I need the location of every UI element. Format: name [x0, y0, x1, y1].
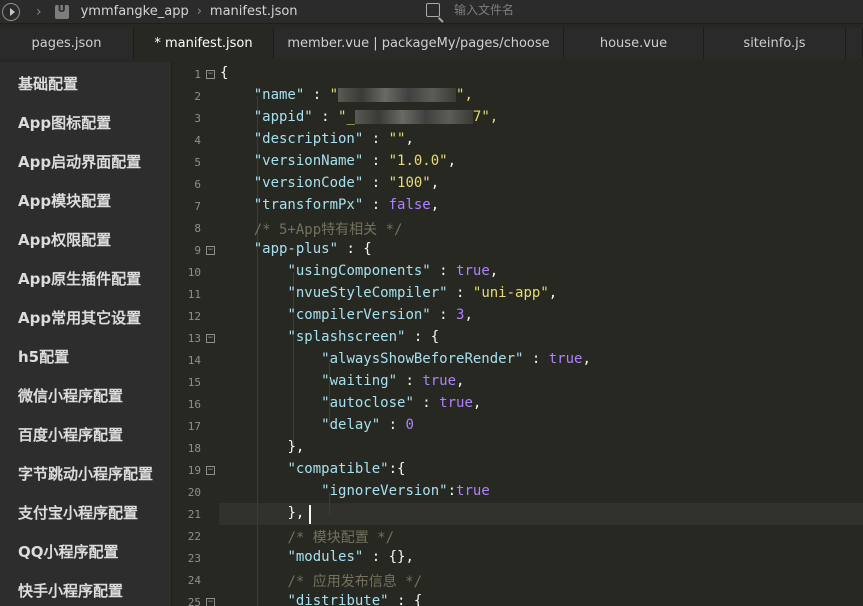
line-number: 4 — [194, 134, 201, 147]
line-number: 17 — [187, 420, 201, 433]
code-line: "alwaysShowBeforeRender" : true, — [321, 351, 591, 367]
line-number: 9 — [194, 244, 201, 257]
line-number: 5 — [194, 156, 201, 169]
code-line: "appid" : "_ 7", — [253, 109, 499, 125]
tab-siteinfo-js[interactable]: siteinfo.js — [704, 28, 846, 59]
sidebar-item-app-permissions[interactable]: App权限配置 — [18, 229, 111, 250]
sidebar-item-h5[interactable]: h5配置 — [18, 346, 69, 367]
line-number: 21 — [187, 508, 201, 521]
code-line: "distribute" : { — [287, 593, 423, 606]
code-line: "transformPx" : false, — [253, 197, 440, 213]
tab-member-vue[interactable]: member.vue | packageMy/pages/choose — [274, 28, 564, 59]
line-number: 13 — [187, 332, 201, 345]
fold-toggle-icon[interactable]: − — [206, 466, 215, 475]
code-line: "compatible":{ — [287, 461, 406, 477]
code-line: "modules" : {}, — [287, 549, 414, 565]
line-number: 7 — [194, 200, 201, 213]
code-line: }, — [287, 439, 305, 455]
sidebar-item-app-modules[interactable]: App模块配置 — [18, 190, 111, 211]
line-number: 19 — [187, 464, 201, 477]
line-number: 10 — [187, 266, 201, 279]
line-number: 1 — [194, 68, 201, 81]
sidebar-item-app-splash[interactable]: App启动界面配置 — [18, 151, 141, 172]
line-number: 20 — [187, 486, 201, 499]
line-number: 16 — [187, 398, 201, 411]
line-number: 24 — [187, 574, 201, 587]
line-number: 18 — [187, 442, 201, 455]
current-line-highlight — [219, 503, 863, 525]
search-icon[interactable] — [426, 3, 440, 17]
code-line: { — [220, 65, 229, 81]
tab-pages-json[interactable]: pages.json — [0, 28, 134, 59]
sidebar-item-toutiao[interactable]: 字节跳动小程序配置 — [18, 463, 153, 484]
line-number: 25 — [187, 596, 201, 606]
line-number: 6 — [194, 178, 201, 191]
line-number: 15 — [187, 376, 201, 389]
code-line: "name" : " ", — [253, 87, 473, 103]
code-editor[interactable]: 1 2 3 4 5 6 7 8 9 10 11 12 13 14 15 16 1… — [173, 62, 863, 606]
line-number: 12 — [187, 310, 201, 323]
text-cursor — [309, 505, 311, 524]
line-number: 3 — [194, 112, 201, 125]
code-line: /* 应用发布信息 */ — [287, 574, 423, 590]
sidebar-item-app-icon[interactable]: App图标配置 — [18, 112, 111, 133]
fold-toggle-icon[interactable]: − — [206, 598, 215, 606]
tab-bar: pages.json * manifest.json member.vue | … — [0, 28, 863, 59]
file-search — [426, 3, 614, 17]
manifest-config-sidebar: 基础配置 App图标配置 App启动界面配置 App模块配置 App权限配置 A… — [0, 62, 172, 606]
chevron-right-icon[interactable]: › — [36, 4, 42, 20]
code-line: "splashscreen" : { — [287, 329, 440, 345]
code-line: }, — [287, 505, 305, 521]
code-line: "nvueStyleCompiler" : "uni-app", — [287, 285, 558, 301]
code-line: "versionCode" : "100", — [253, 175, 440, 191]
breadcrumb-project[interactable]: ymmfangke_app — [81, 4, 189, 19]
file-search-input[interactable] — [454, 3, 614, 17]
redacted-value — [338, 88, 457, 102]
breadcrumb-separator: › — [196, 4, 202, 19]
code-line: "compilerVersion" : 3, — [287, 307, 473, 323]
code-line: "description" : "", — [253, 131, 414, 147]
code-line: "usingComponents" : true, — [287, 263, 499, 279]
line-number: 23 — [187, 552, 201, 565]
sidebar-item-weixin[interactable]: 微信小程序配置 — [18, 385, 123, 406]
code-line: "versionName" : "1.0.0", — [253, 153, 457, 169]
tab-house-vue[interactable]: house.vue — [564, 28, 704, 59]
code-line: "waiting" : true, — [321, 373, 465, 389]
fold-toggle-icon[interactable]: − — [206, 246, 215, 255]
line-number: 11 — [187, 288, 201, 301]
code-line: /* 5+App特有相关 */ — [253, 222, 403, 238]
code-line: /* 模块配置 */ — [287, 530, 395, 546]
sidebar-item-app-other[interactable]: App常用其它设置 — [18, 307, 141, 328]
line-number: 22 — [187, 530, 201, 543]
line-number: 2 — [194, 90, 201, 103]
fold-toggle-icon[interactable]: − — [206, 334, 215, 343]
sidebar-item-alipay[interactable]: 支付宝小程序配置 — [18, 502, 138, 523]
sidebar-item-baidu[interactable]: 百度小程序配置 — [18, 424, 123, 445]
breadcrumb-file[interactable]: manifest.json — [210, 4, 298, 19]
top-bar: › ymmfangke_app › manifest.json — [0, 0, 863, 24]
sidebar-item-kuaishou[interactable]: 快手小程序配置 — [18, 580, 123, 601]
line-number: 8 — [194, 222, 201, 235]
code-line: "app-plus" : { — [253, 241, 372, 257]
code-line: "ignoreVersion":true — [321, 483, 490, 499]
fold-toggle-icon[interactable]: − — [206, 70, 215, 79]
redacted-value — [354, 110, 473, 124]
run-icon[interactable] — [2, 2, 20, 21]
sidebar-item-basic[interactable]: 基础配置 — [18, 73, 78, 94]
tab-manifest-json[interactable]: * manifest.json — [134, 28, 274, 59]
line-number: 14 — [187, 354, 201, 367]
tab-overflow — [846, 28, 863, 59]
sidebar-item-app-native-plugins[interactable]: App原生插件配置 — [18, 268, 141, 289]
sidebar-item-qq[interactable]: QQ小程序配置 — [18, 541, 119, 562]
project-icon — [54, 4, 69, 19]
code-line: "delay" : 0 — [321, 417, 414, 433]
code-line: "autoclose" : true, — [321, 395, 482, 411]
